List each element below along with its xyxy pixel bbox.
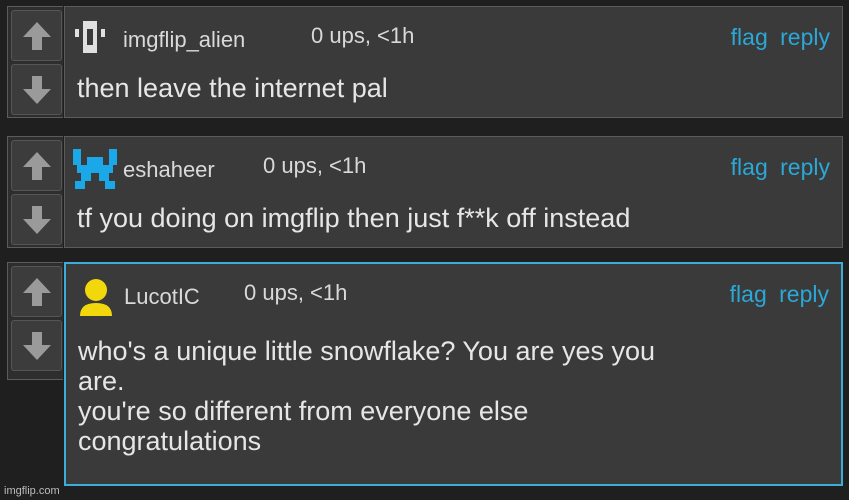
arrow-down-icon xyxy=(22,75,51,104)
comment-actions: flag reply xyxy=(725,24,830,51)
comment-text-line: congratulations xyxy=(78,426,262,456)
arrow-down-icon xyxy=(22,331,51,360)
reply-link[interactable]: reply xyxy=(780,154,830,180)
comment: imgflip_alien 0 ups, <1h flag reply then… xyxy=(7,6,843,118)
comment-text: tf you doing on imgflip then just f**k o… xyxy=(77,203,631,233)
vote-column xyxy=(7,136,63,248)
comment-username[interactable]: LucotIC xyxy=(124,284,200,310)
comment-meta: 0 ups, <1h xyxy=(263,153,367,178)
comment: LucotIC 0 ups, <1h flag reply who's a un… xyxy=(7,262,843,486)
comment-actions: flag reply xyxy=(725,154,830,181)
flag-link[interactable]: flag xyxy=(731,154,768,180)
arrow-down-icon xyxy=(22,205,51,234)
downvote-button[interactable] xyxy=(11,64,62,115)
comment-meta: 0 ups, <1h xyxy=(311,23,415,48)
comment: eshaheer 0 ups, <1h flag reply tf you do… xyxy=(7,136,843,248)
vote-column xyxy=(7,262,63,380)
comment-username[interactable]: eshaheer xyxy=(123,157,215,183)
flag-link[interactable]: flag xyxy=(730,281,767,307)
comment-header: eshaheer 0 ups, <1h flag reply xyxy=(73,145,834,189)
comment-text: who's a unique little snowflake? You are… xyxy=(78,336,655,456)
flag-link[interactable]: flag xyxy=(731,24,768,50)
upvote-button[interactable] xyxy=(11,140,62,191)
comment-body: imgflip_alien 0 ups, <1h flag reply then… xyxy=(64,6,843,118)
downvote-button[interactable] xyxy=(11,194,62,245)
upvote-button[interactable] xyxy=(11,10,62,61)
default-user-avatar-icon xyxy=(80,279,112,316)
comment-meta: 0 ups, <1h xyxy=(244,280,348,305)
comment-text: then leave the internet pal xyxy=(77,73,388,103)
comment-text-line: who's a unique little snowflake? You are… xyxy=(78,336,656,366)
reply-link[interactable]: reply xyxy=(780,24,830,50)
alien-avatar-icon xyxy=(75,21,105,53)
comment-header: imgflip_alien 0 ups, <1h flag reply xyxy=(73,15,834,55)
arrow-up-icon xyxy=(22,21,51,50)
comment-text-line: you're so different from everyone else xyxy=(78,396,529,426)
downvote-button[interactable] xyxy=(11,320,62,371)
upvote-button[interactable] xyxy=(11,266,62,317)
comment-body: LucotIC 0 ups, <1h flag reply who's a un… xyxy=(64,262,843,486)
vote-column xyxy=(7,6,63,118)
pixel-avatar-icon xyxy=(73,149,117,189)
arrow-up-icon xyxy=(22,151,51,180)
arrow-up-icon xyxy=(22,277,51,306)
reply-link[interactable]: reply xyxy=(779,281,829,307)
comment-text-line: are. xyxy=(78,366,125,396)
watermark: imgflip.com xyxy=(4,485,60,497)
comment-header: LucotIC 0 ups, <1h flag reply xyxy=(74,272,833,316)
comment-actions: flag reply xyxy=(724,281,829,308)
comment-username[interactable]: imgflip_alien xyxy=(123,27,245,53)
comment-body: eshaheer 0 ups, <1h flag reply tf you do… xyxy=(64,136,843,248)
